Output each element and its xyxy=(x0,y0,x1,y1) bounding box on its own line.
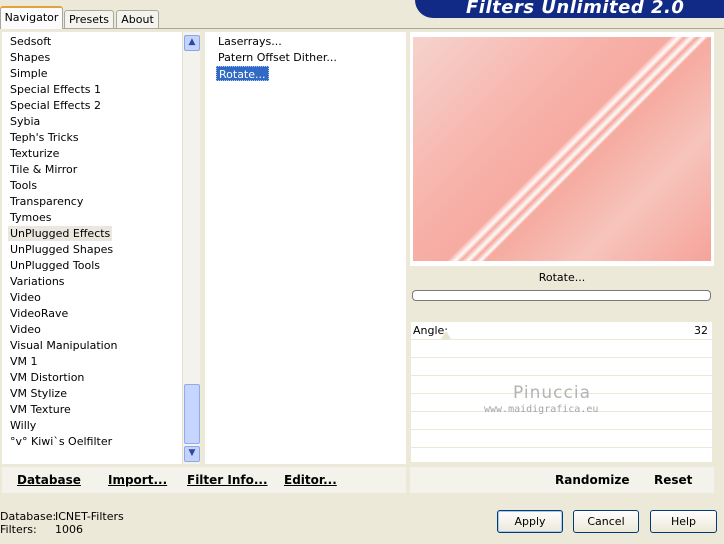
database-label: Database: xyxy=(0,510,57,523)
category-item[interactable]: Video xyxy=(8,290,43,305)
category-item[interactable]: Texturize xyxy=(8,146,61,161)
watermark-name: Pinuccia xyxy=(513,383,591,403)
category-item[interactable]: Sedsoft xyxy=(8,34,53,49)
scrollbar-thumb[interactable] xyxy=(184,384,200,444)
watermark-url: www.maidigrafica.eu xyxy=(484,404,599,415)
param-row-empty xyxy=(411,358,712,376)
param-row-empty xyxy=(411,430,712,448)
filter-list[interactable]: Laserrays... Patern Offset Dither... Rotat… xyxy=(205,32,406,464)
category-item[interactable]: °v° Kiwi`s Oelfilter xyxy=(8,434,114,449)
category-item[interactable]: UnPlugged Shapes xyxy=(8,242,115,257)
editor-button[interactable]: Editor... xyxy=(284,473,337,487)
category-item[interactable]: VM Texture xyxy=(8,402,73,417)
category-item[interactable]: Video xyxy=(8,322,43,337)
category-item[interactable]: Special Effects 2 xyxy=(8,98,103,113)
reset-button[interactable]: Reset xyxy=(654,473,692,487)
scroll-up-button[interactable]: ▲ xyxy=(184,35,200,51)
category-item[interactable]: Variations xyxy=(8,274,67,289)
category-item[interactable]: Willy xyxy=(8,418,38,433)
filter-item[interactable]: Rotate... xyxy=(216,66,269,81)
filter-item[interactable]: Laserrays... xyxy=(216,34,284,49)
category-item[interactable]: UnPlugged Effects xyxy=(8,226,113,241)
tab-navigator[interactable]: Navigator xyxy=(0,6,63,29)
database-value: ICNET-Filters xyxy=(55,510,124,523)
filter-info-button[interactable]: Filter Info... xyxy=(187,473,268,487)
category-item[interactable]: VM Distortion xyxy=(8,370,86,385)
param-label: Angle: xyxy=(413,324,449,337)
tab-presets[interactable]: Presets xyxy=(64,10,114,29)
chevron-down-icon: ▼ xyxy=(188,448,196,458)
category-item[interactable]: Tools xyxy=(8,178,39,193)
category-item[interactable]: Tymoes xyxy=(8,210,53,225)
category-item[interactable]: VM Stylize xyxy=(8,386,69,401)
category-scrollbar[interactable]: ▲ ▼ xyxy=(182,32,200,464)
right-action-bar: Randomize Reset xyxy=(410,467,714,493)
help-button[interactable]: Help xyxy=(650,510,717,533)
filters-count: 1006 xyxy=(55,523,83,536)
filter-item[interactable]: Patern Offset Dither... xyxy=(216,50,339,65)
panel-divider xyxy=(0,28,724,29)
param-value: 32 xyxy=(694,324,708,337)
category-item[interactable]: Visual Manipulation xyxy=(8,338,119,353)
category-item[interactable]: Sybia xyxy=(8,114,42,129)
randomize-button[interactable]: Randomize xyxy=(555,473,629,487)
preview-image xyxy=(413,37,711,261)
preview-caption: Rotate... xyxy=(538,271,586,284)
category-item[interactable]: Simple xyxy=(8,66,50,81)
filters-label: Filters: xyxy=(0,523,37,536)
apply-button[interactable]: Apply xyxy=(497,510,563,533)
scroll-down-button[interactable]: ▼ xyxy=(184,446,200,462)
category-item[interactable]: Teph's Tricks xyxy=(8,130,81,145)
category-item[interactable]: Transparency xyxy=(8,194,85,209)
import-button[interactable]: Import... xyxy=(108,473,167,487)
category-item[interactable]: Tile & Mirror xyxy=(8,162,79,177)
category-item[interactable]: VideoRave xyxy=(8,306,70,321)
param-row-angle: Angle: 32 xyxy=(411,322,712,340)
category-item[interactable]: Special Effects 1 xyxy=(8,82,103,97)
tab-about[interactable]: About xyxy=(116,10,159,29)
category-item[interactable]: UnPlugged Tools xyxy=(8,258,102,273)
category-list[interactable]: Sedsoft Shapes Simple Special Effects 1 Spec… xyxy=(2,32,182,464)
app-title: Filters Unlimited 2.0 xyxy=(466,0,685,18)
left-action-bar: Database Import... Filter Info... Editor… xyxy=(2,467,406,493)
chevron-up-icon: ▲ xyxy=(188,37,196,47)
preview-frame xyxy=(410,32,714,266)
category-item[interactable]: VM 1 xyxy=(8,354,40,369)
category-item[interactable]: Shapes xyxy=(8,50,52,65)
param-row-empty xyxy=(411,340,712,358)
database-button[interactable]: Database xyxy=(17,473,81,487)
cancel-button[interactable]: Cancel xyxy=(573,510,639,533)
progress-bar xyxy=(412,290,711,301)
